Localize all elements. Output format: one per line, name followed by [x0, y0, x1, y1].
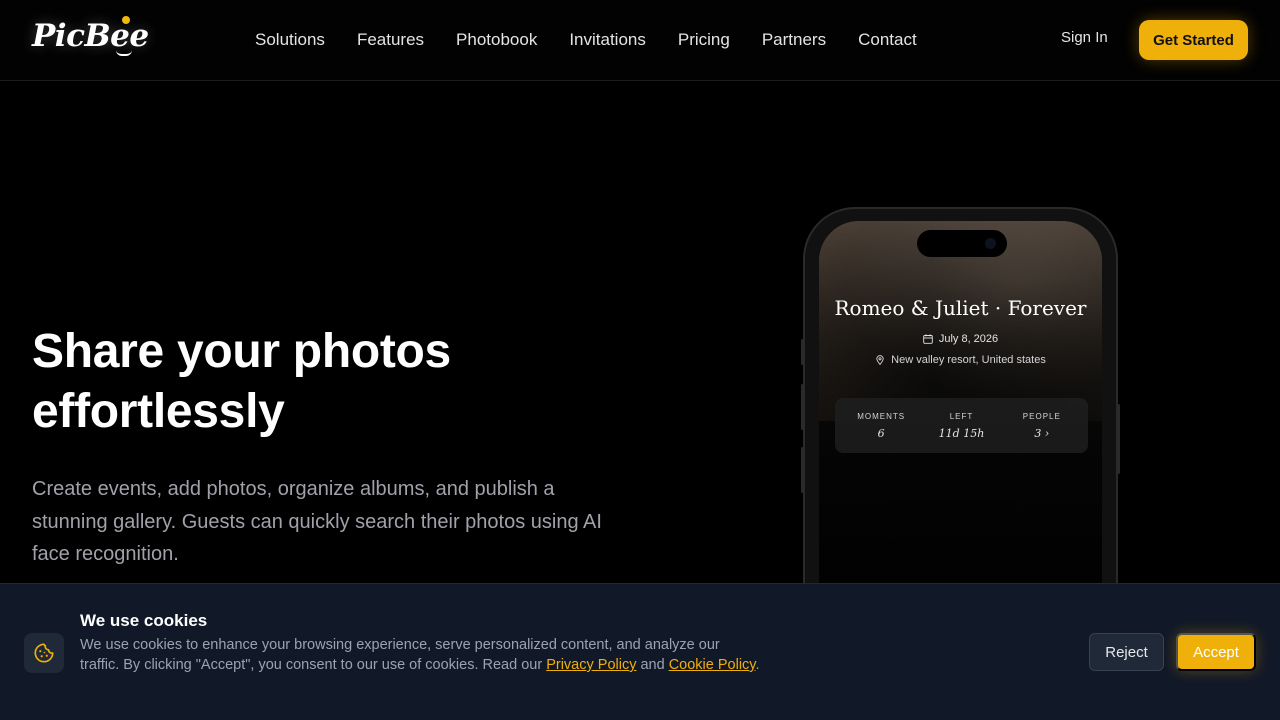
bee-icon [122, 16, 130, 24]
hero-title-line1: Share your photos [32, 325, 451, 378]
picbee-logo[interactable]: PicBee [32, 14, 149, 58]
nav-invitations[interactable]: Invitations [553, 26, 662, 54]
nav-contact[interactable]: Contact [842, 26, 933, 54]
nav-features[interactable]: Features [341, 26, 440, 54]
phone-side-button [801, 339, 804, 365]
cookie-banner: We use cookies We use cookies to enhance… [0, 583, 1280, 720]
privacy-policy-link[interactable]: Privacy Policy [546, 657, 636, 673]
cookie-policy-link[interactable]: Cookie Policy [669, 657, 756, 673]
cookie-title: We use cookies [80, 611, 208, 630]
stat-left: LEFT 11d 15h [926, 412, 996, 440]
hero-title-line2: effortlessly [32, 385, 285, 438]
stat-label: MOMENTS [857, 411, 906, 421]
stat-value: 6 [877, 426, 885, 440]
nav-photobook[interactable]: Photobook [440, 26, 553, 54]
phone-power-button [1117, 404, 1120, 474]
event-location-text: New valley resort, United states [891, 354, 1046, 366]
camera-icon [985, 238, 996, 249]
nav-pricing[interactable]: Pricing [662, 26, 746, 54]
sign-in-link[interactable]: Sign In [1044, 27, 1125, 48]
map-pin-icon [876, 355, 884, 365]
stat-label: LEFT [949, 411, 974, 421]
event-location: New valley resort, United states [819, 354, 1102, 366]
cookie-text-and: and [636, 657, 669, 673]
stat-value: 3 › [1034, 426, 1050, 440]
stat-people[interactable]: PEOPLE 3 › [1007, 412, 1077, 440]
site-header: PicBee Solutions Features Photobook Invi… [0, 0, 1280, 81]
nav-solutions[interactable]: Solutions [239, 26, 341, 54]
nav-partners[interactable]: Partners [746, 26, 842, 54]
cookie-icon-box [24, 633, 64, 673]
stat-value: 11d 15h [938, 426, 985, 440]
cookie-text: We use cookies to enhance your browsing … [80, 635, 760, 675]
cookie-icon [34, 643, 54, 663]
event-date-text: July 8, 2026 [938, 333, 999, 345]
phone-volume-down [801, 447, 804, 493]
hero-subtitle: Create events, add photos, organize albu… [32, 478, 602, 565]
reject-button[interactable]: Reject [1089, 633, 1164, 671]
smile-mark [116, 50, 132, 56]
stat-moments: MOMENTS 6 [846, 412, 916, 440]
phone-mockup: Romeo & Juliet · Forever July 8, 2026 Ne… [801, 207, 1120, 621]
phone-screen: Romeo & Juliet · Forever July 8, 2026 Ne… [819, 221, 1102, 621]
accept-button[interactable]: Accept [1176, 633, 1256, 671]
main-nav: Solutions Features Photobook Invitations… [239, 26, 933, 54]
logo-wordmark: PicBee [32, 18, 149, 54]
event-date: July 8, 2026 [819, 333, 1102, 345]
event-title: Romeo & Juliet · Forever [834, 296, 1087, 320]
cookie-text-period: . [755, 657, 760, 673]
phone-volume-up [801, 384, 804, 430]
event-stats: MOMENTS 6 LEFT 11d 15h PEOPLE 3 › [835, 398, 1088, 453]
hero-title: Share your photos effortlessly [32, 322, 592, 442]
dynamic-island [917, 230, 1007, 257]
get-started-button[interactable]: Get Started [1139, 20, 1248, 60]
stat-label: PEOPLE [1022, 411, 1061, 421]
calendar-icon [923, 334, 933, 344]
